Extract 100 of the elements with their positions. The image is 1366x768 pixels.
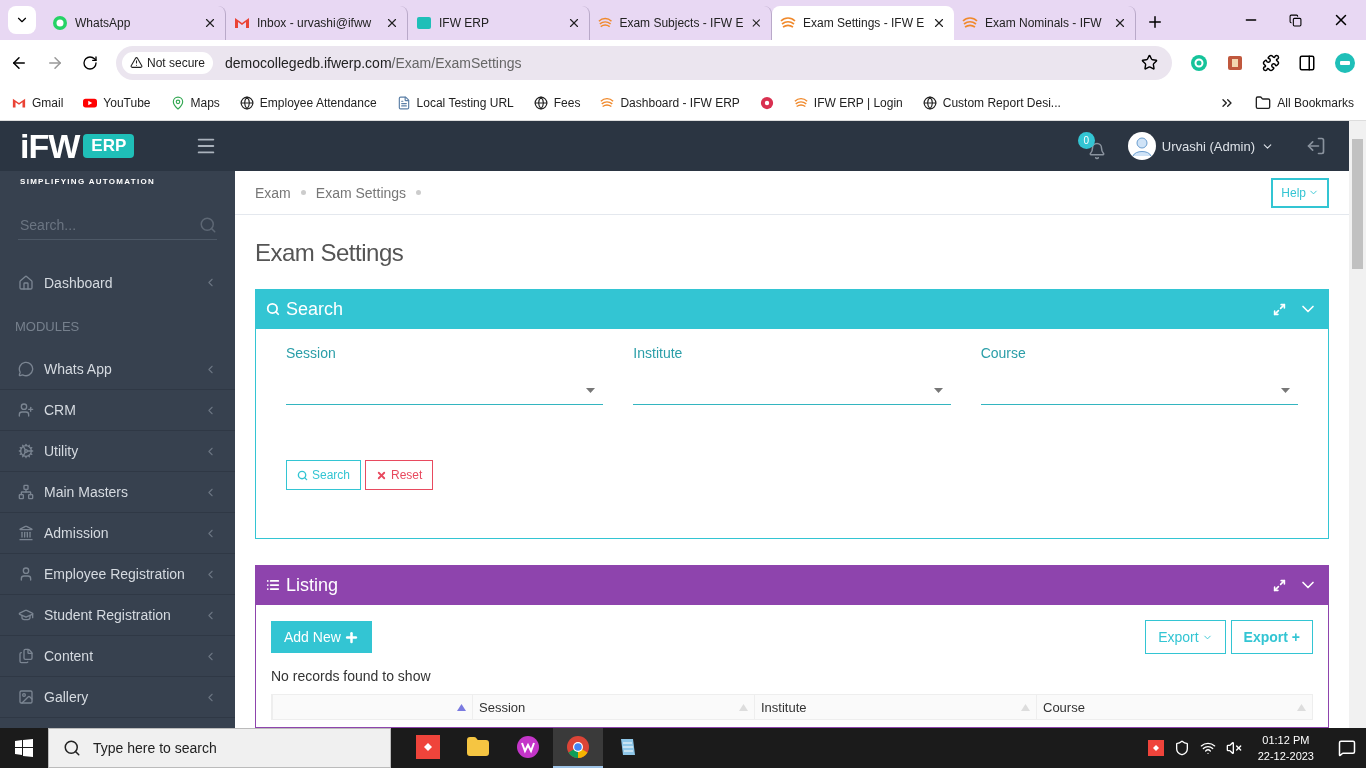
globe-icon	[239, 95, 254, 110]
logo-badge: ERP	[83, 134, 135, 158]
user-icon	[18, 566, 34, 582]
close-icon[interactable]	[385, 16, 399, 30]
address-bar[interactable]: Not secure democollegedb.ifwerp.com/Exam/ExamSettings	[116, 45, 1172, 80]
bookmark[interactable]: Fees	[533, 95, 581, 110]
graduation-cap-icon	[18, 607, 34, 623]
search-icon	[266, 302, 280, 316]
chat-icon	[18, 361, 34, 377]
user-menu[interactable]: Urvashi (Admin)	[1127, 132, 1274, 160]
logo-icon	[416, 15, 432, 31]
column-header[interactable]: Course	[1036, 695, 1312, 719]
globe-icon	[533, 95, 548, 110]
wifi-icon[interactable]	[1199, 740, 1216, 756]
field-label: Session	[286, 345, 337, 361]
close-icon[interactable]	[750, 16, 763, 30]
app-icon[interactable]	[1147, 740, 1164, 756]
caret-icon	[1281, 388, 1290, 393]
bookmark[interactable]: Maps	[170, 95, 220, 110]
bookmark[interactable]: Local Testing URL	[396, 95, 514, 110]
reload-icon[interactable]	[82, 54, 98, 71]
files-icon	[18, 648, 34, 664]
close-icon	[376, 469, 388, 481]
swirl-icon	[962, 15, 978, 31]
bookmark[interactable]: IFW ERP | Login	[793, 95, 903, 110]
browser-icon	[566, 735, 590, 759]
new-tab-icon[interactable]	[1146, 13, 1164, 31]
folder-icon	[1255, 94, 1272, 111]
page-title: Exam Settings	[255, 239, 405, 267]
close-icon[interactable]	[203, 16, 217, 30]
expand-icon[interactable]	[1273, 578, 1286, 592]
app-icon	[516, 735, 540, 759]
mute-icon[interactable]	[1225, 740, 1242, 756]
restore-icon[interactable]	[1289, 13, 1302, 27]
logo-text: iFW	[20, 126, 80, 166]
reset-button[interactable]: Reset	[365, 460, 434, 490]
shield-icon[interactable]	[1173, 740, 1190, 756]
avatar-icon	[1127, 132, 1156, 160]
home-icon	[18, 274, 34, 291]
column-header[interactable]: Session	[472, 695, 754, 719]
tagline: SIMPLIFYING AUTOMATION	[20, 177, 156, 186]
sidebar-item[interactable]: Dashboard	[0, 262, 235, 303]
all-bookmarks[interactable]: All Bookmarks	[1255, 94, 1354, 111]
clock[interactable]: 01:12 PM 22-12-2023	[1257, 732, 1314, 764]
scrollbar[interactable]	[1349, 121, 1366, 728]
app-icon	[416, 735, 440, 759]
mail-icon	[234, 15, 250, 31]
notification-count: 0	[1077, 132, 1095, 149]
close-icon[interactable]	[932, 16, 946, 30]
document-icon	[396, 95, 411, 110]
pin-icon	[170, 95, 185, 110]
plus-icon	[343, 629, 359, 645]
sidebar-heading: MODULES	[14, 317, 81, 336]
caret-icon	[933, 388, 943, 393]
extensions-icon[interactable]	[1262, 53, 1280, 72]
browser-tab[interactable]: Exam Settings - IFW E	[772, 6, 954, 40]
bookmark-star-icon[interactable]	[1141, 54, 1158, 71]
url-text: democollegedb.ifwerp.com/Exam/ExamSettings	[225, 54, 522, 71]
user-plus-icon	[18, 402, 34, 418]
bookmark[interactable]: Employee Attendance	[239, 95, 377, 110]
search-icon	[297, 469, 308, 481]
bookmark[interactable]: YouTube	[83, 95, 151, 110]
folder-icon	[466, 735, 490, 759]
target-icon[interactable]	[759, 95, 774, 110]
field-label: Course	[980, 345, 1027, 361]
windows-icon	[15, 739, 33, 757]
breadcrumb-link[interactable]: Exam Settings	[315, 184, 407, 201]
logout-icon[interactable]	[1306, 136, 1326, 156]
bookmark[interactable]: Dashboard - IFW ERP	[600, 95, 740, 110]
chat-icon	[52, 15, 68, 31]
taskbar-search-field[interactable]: Type here to search	[48, 728, 391, 768]
breadcrumb-link[interactable]: Exam	[255, 184, 291, 201]
extension-icon[interactable]	[1226, 53, 1244, 72]
list-icon	[266, 578, 280, 592]
swirl-icon	[793, 95, 808, 110]
gear-icon	[18, 443, 34, 459]
bookmark[interactable]: Custom Report Desi...	[922, 95, 1061, 110]
image-icon	[18, 689, 34, 705]
close-icon[interactable]	[1113, 16, 1127, 30]
close-icon[interactable]	[567, 16, 581, 30]
notifications-icon[interactable]	[1338, 739, 1356, 757]
side-panel-icon[interactable]	[1298, 53, 1316, 72]
empty-message: No records found to show	[271, 668, 432, 684]
panel-title: Search	[286, 298, 345, 320]
security-label: Not secure	[147, 55, 206, 70]
bell-icon	[1087, 142, 1106, 160]
column-header[interactable]: Institute	[754, 695, 1036, 719]
bank-icon	[18, 525, 34, 541]
caret-icon	[586, 388, 596, 393]
taskbar-app[interactable]	[553, 728, 603, 768]
globe-icon	[922, 95, 937, 110]
panel-title: Listing	[286, 574, 340, 596]
warning-icon	[130, 56, 143, 69]
bookmark[interactable]: Gmail	[12, 95, 64, 110]
user-name: Urvashi (Admin)	[1161, 138, 1255, 154]
field-label: Institute	[633, 345, 684, 361]
hierarchy-icon	[18, 484, 34, 500]
swirl-icon	[780, 15, 796, 31]
swirl-icon	[600, 95, 615, 110]
security-chip[interactable]: Not secure	[122, 51, 214, 74]
